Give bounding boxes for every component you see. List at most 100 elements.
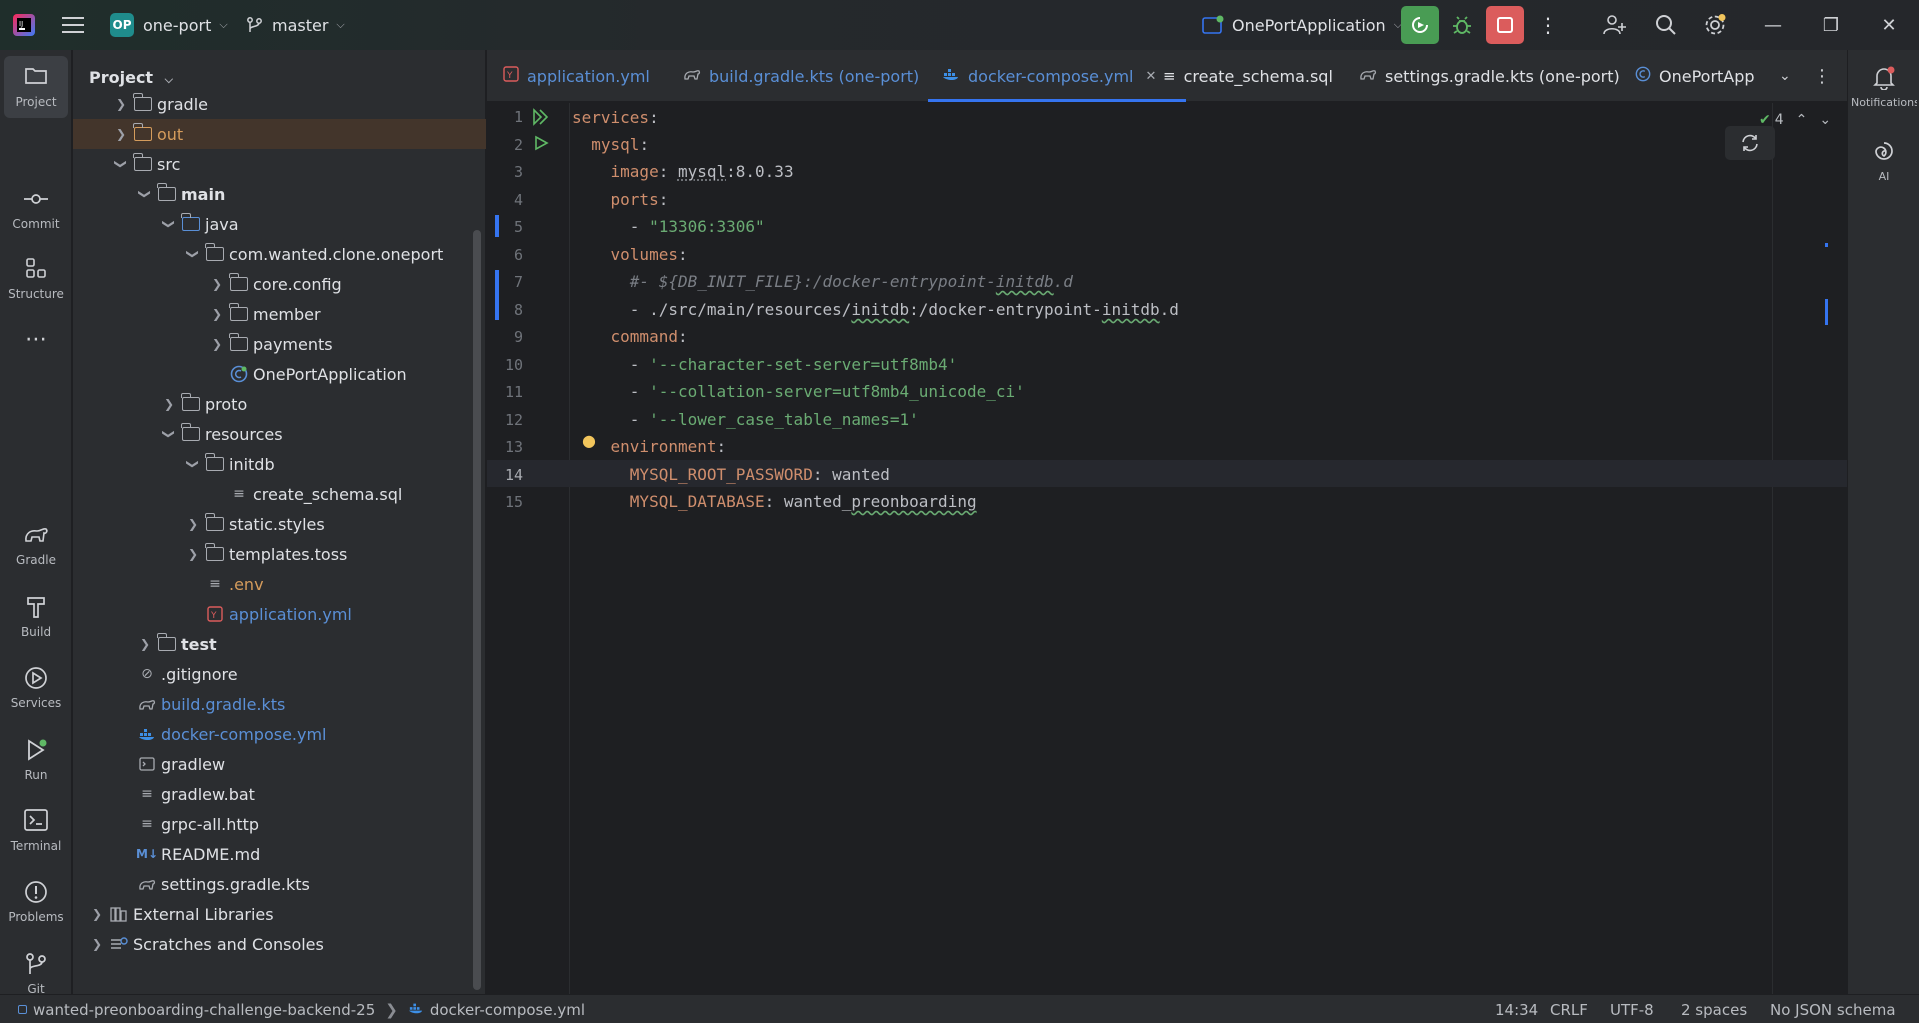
tree-item-oneportapplication[interactable]: OnePortApplication (229, 359, 486, 389)
tab-settings-gradle[interactable]: settings.gradle.kts (one-port) (1359, 50, 1620, 102)
settings-gear-icon[interactable] (1700, 0, 1730, 50)
status-json-schema[interactable]: No JSON schema (1770, 995, 1896, 1023)
tree-item-package-oneport[interactable]: ❯ com.wanted.clone.oneport (185, 239, 486, 269)
close-tab-icon[interactable]: ✕ (1146, 69, 1157, 84)
status-encoding[interactable]: UTF-8 (1610, 995, 1654, 1023)
tab-docker-compose[interactable]: docker-compose.yml ✕ (927, 50, 1187, 102)
status-cursor-position[interactable]: 14:34 (1495, 995, 1538, 1023)
code-line-5[interactable]: - "13306:3306" (572, 213, 765, 240)
run-all-services-icon[interactable] (532, 108, 550, 130)
status-project-breadcrumb[interactable]: wanted-preonboarding-challenge-backend-2… (18, 995, 585, 1023)
tree-item-gradle[interactable]: ❯ gradle (113, 92, 486, 119)
tree-item-settings-gradle[interactable]: settings.gradle.kts (137, 869, 486, 899)
tree-item-resources[interactable]: ❯ resources (161, 419, 486, 449)
tree-item-gradlew-bat[interactable]: ≡ gradlew.bat (137, 779, 486, 809)
tabs-more-icon[interactable]: ⋮ (1813, 50, 1831, 102)
code-line-13[interactable]: environment: (572, 433, 727, 460)
tree-item-static-styles[interactable]: ❯ static.styles (185, 509, 486, 539)
debug-button[interactable] (1449, 0, 1475, 50)
tool-terminal[interactable]: Terminal (4, 800, 68, 862)
code-line-12[interactable]: - '--lower_case_table_names=1' (572, 406, 919, 433)
tree-item-build-gradle[interactable]: build.gradle.kts (137, 689, 486, 719)
code-line-9[interactable]: command: (572, 323, 688, 350)
status-indent[interactable]: 2 spaces (1681, 995, 1747, 1023)
tree-item-templates-toss[interactable]: ❯ templates.toss (185, 539, 486, 569)
tree-item-external-libraries[interactable]: ❯ External Libraries (89, 899, 486, 929)
code-line-10[interactable]: - '--character-set-server=utf8mb4' (572, 351, 958, 378)
restore-window-icon[interactable]: ❐ (1802, 0, 1860, 50)
project-panel-title[interactable]: Project ⌵ (89, 68, 173, 87)
tool-structure[interactable]: Structure (4, 248, 68, 310)
terminal-icon (24, 809, 48, 835)
stop-button[interactable] (1486, 6, 1524, 44)
code-line-2[interactable]: mysql: (572, 131, 649, 158)
code-line-7[interactable]: #- ${DB_INIT_FILE}:/docker-entrypoint-in… (572, 268, 1073, 295)
tree-item-application-yml[interactable]: Y application.yml (205, 599, 486, 629)
tool-notifications[interactable]: Notifications (1850, 56, 1918, 118)
chevron-down-icon[interactable]: ⌄ (1819, 112, 1831, 128)
tree-item-scratches[interactable]: ❯ Scratches and Consoles (89, 929, 486, 959)
code-line-4[interactable]: ports: (572, 186, 669, 213)
tree-item-payments[interactable]: ❯ payments (209, 329, 486, 359)
tab-build-gradle[interactable]: build.gradle.kts (one-port) (683, 50, 919, 102)
text-file-icon: ≡ (209, 576, 221, 592)
run-config-selector[interactable]: OnePortApplication ⌵ (1202, 0, 1402, 50)
tree-item-out[interactable]: ❯ out (73, 119, 486, 149)
tree-item-grpc-all-http[interactable]: ≡ grpc-all.http (137, 809, 486, 839)
rerun-button[interactable] (1401, 6, 1439, 44)
tool-commit[interactable]: Commit (4, 178, 68, 240)
tree-item-member[interactable]: ❯ member (209, 299, 486, 329)
reload-changes-button[interactable] (1725, 126, 1775, 160)
tree-item-main[interactable]: ❯ main (137, 179, 486, 209)
project-name: one-port (143, 15, 212, 35)
project-scrollbar[interactable] (473, 230, 481, 990)
minimize-window-icon[interactable]: — (1744, 0, 1802, 50)
project-tree: ❯ gradle ❯ out ❯ src ❯ main ❯ java ❯ com… (73, 92, 486, 994)
tree-item-docker-compose[interactable]: docker-compose.yml (137, 719, 486, 749)
tree-item-core-config[interactable]: ❯ core.config (209, 269, 486, 299)
code-line-6[interactable]: volumes: (572, 241, 688, 268)
project-switcher[interactable]: OP one-port ⌵ (110, 0, 228, 50)
tool-build[interactable]: Build (4, 586, 68, 648)
chevron-up-icon[interactable]: ⌃ (1796, 112, 1808, 128)
code-line-3[interactable]: image: mysql:8.0.33 (572, 158, 794, 185)
tab-create-schema[interactable]: ≡ create_schema.sql (1163, 50, 1333, 102)
tree-item-gradlew[interactable]: gradlew (137, 749, 486, 779)
search-icon[interactable] (1652, 0, 1680, 50)
tool-project[interactable]: Project (4, 56, 68, 118)
tree-item-env[interactable]: ≡ .env (205, 569, 486, 599)
tree-item-java[interactable]: ❯ java (161, 209, 486, 239)
code-line-11[interactable]: - '--collation-server=utf8mb4_unicode_ci… (572, 378, 1025, 405)
status-line-separator[interactable]: CRLF (1550, 995, 1588, 1023)
tree-item-proto[interactable]: ❯ proto (161, 389, 486, 419)
module-icon (18, 1005, 27, 1014)
tree-item-gitignore[interactable]: ⊘ .gitignore (137, 659, 486, 689)
tree-item-create-schema[interactable]: ≡ create_schema.sql (229, 479, 486, 509)
tool-ai-assistant[interactable]: AI (1850, 130, 1918, 192)
main-menu-icon[interactable] (62, 0, 84, 50)
tree-item-src[interactable]: ❯ src (113, 149, 486, 179)
more-actions-icon[interactable]: ⋮ (1538, 0, 1558, 50)
tool-services[interactable]: Services (4, 657, 68, 719)
code-line-15[interactable]: MYSQL_DATABASE: wanted_preonboarding (572, 488, 977, 515)
code-line-14[interactable]: MYSQL_ROOT_PASSWORD: wanted (572, 461, 890, 488)
close-window-icon[interactable]: ✕ (1860, 0, 1918, 50)
code-with-me-icon[interactable] (1601, 0, 1629, 50)
intellij-logo-icon[interactable]: IJ (12, 0, 36, 50)
tool-run[interactable]: Run (4, 729, 68, 791)
branch-switcher[interactable]: master ⌵ (246, 0, 345, 50)
more-tools-icon[interactable]: ⋯ (4, 322, 68, 362)
tool-gradle[interactable]: Gradle (4, 514, 68, 576)
tree-item-test[interactable]: ❯ test (137, 629, 486, 659)
code-line-1[interactable]: services: (572, 104, 659, 131)
line-number: 5 (513, 218, 523, 236)
tabs-dropdown-icon[interactable]: ⌄ (1779, 50, 1791, 102)
tab-application-yml[interactable]: Y application.yml (503, 50, 650, 102)
package-icon (229, 273, 249, 293)
tool-problems[interactable]: Problems (4, 871, 68, 933)
code-line-8[interactable]: - ./src/main/resources/initdb:/docker-en… (572, 296, 1179, 323)
run-service-icon[interactable] (533, 135, 549, 155)
tree-item-readme[interactable]: M↓ README.md (136, 839, 486, 869)
tree-item-initdb[interactable]: ❯ initdb (185, 449, 486, 479)
tab-oneportapplication[interactable]: OnePortApplica (1635, 50, 1755, 102)
